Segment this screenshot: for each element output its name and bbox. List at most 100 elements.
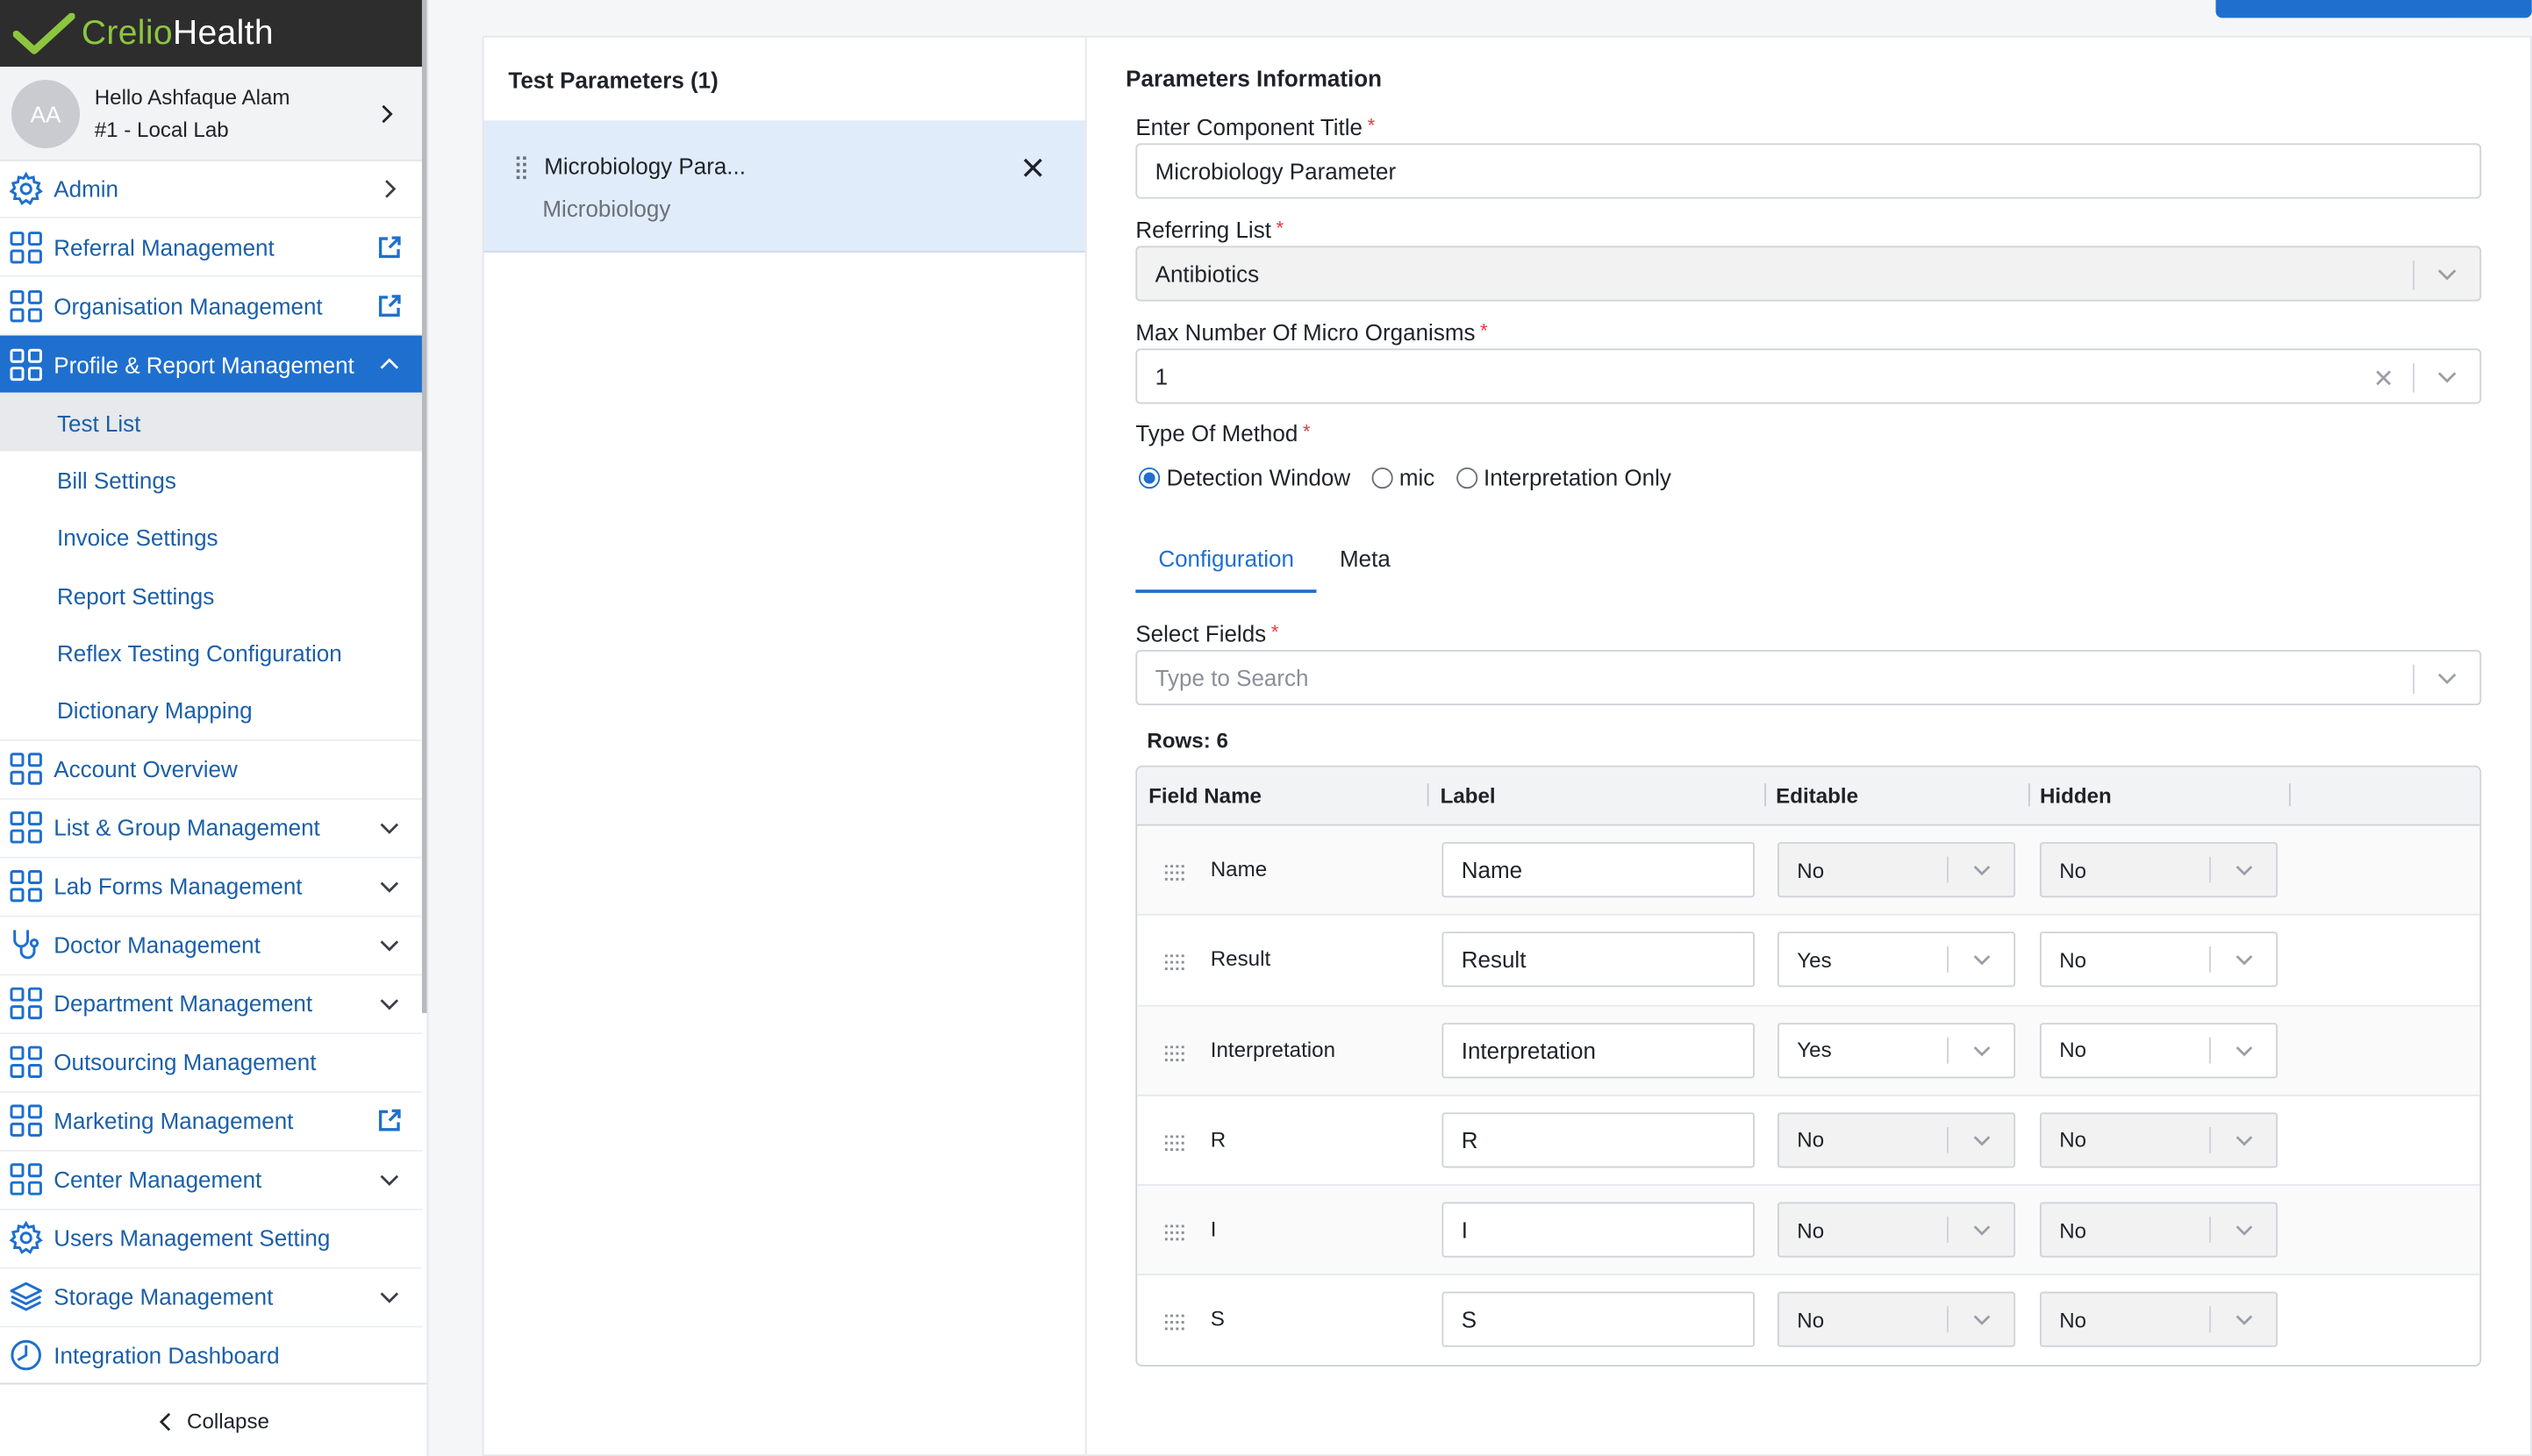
stethoscope-icon xyxy=(8,927,44,963)
sidebar-item-organisation-management[interactable]: Organisation Management xyxy=(0,277,422,336)
drag-handle-icon[interactable] xyxy=(516,156,526,180)
field-name: Name xyxy=(1210,856,1268,881)
sidebar-item-account-overview[interactable]: Account Overview xyxy=(0,741,422,800)
sidebar-item-users-management-setting[interactable]: Users Management Setting xyxy=(0,1210,422,1269)
chevron-down-icon xyxy=(1973,1225,1991,1236)
rows-count: Rows: 6 xyxy=(1147,728,1228,753)
drag-handle-icon[interactable] xyxy=(1164,1042,1184,1061)
external-link-icon[interactable] xyxy=(376,292,403,318)
label-input[interactable]: S xyxy=(1441,1292,1755,1348)
max-micro-organisms-label: Max Number Of Micro Organisms * xyxy=(1135,318,1488,346)
sidebar-item-outsourcing-management[interactable]: Outsourcing Management xyxy=(0,1034,422,1093)
submenu-item-bill-settings[interactable]: Bill Settings xyxy=(0,452,422,510)
table-header: Field Name Label Editable Hidden xyxy=(1137,767,2480,826)
drag-handle-icon[interactable] xyxy=(1164,1312,1184,1331)
field-name: R xyxy=(1210,1126,1227,1152)
table-body: Name Name No No Result Result Yes No Interpretat… xyxy=(1137,825,2480,1364)
hidden-select[interactable]: No xyxy=(2039,1202,2278,1258)
sidebar-item-storage-management[interactable]: Storage Management xyxy=(0,1268,422,1328)
editable-value: No xyxy=(1797,1217,1825,1243)
radio-indicator[interactable] xyxy=(1456,467,1477,489)
sidebar-item-referral-management[interactable]: Referral Management xyxy=(0,218,422,277)
label-input[interactable]: Interpretation xyxy=(1441,1022,1755,1078)
brand-logo[interactable]: CrelioHealth xyxy=(0,0,422,68)
submenu-item-report-settings[interactable]: Report Settings xyxy=(0,567,422,625)
submenu-item-reflex-testing-configuration[interactable]: Reflex Testing Configuration xyxy=(0,625,422,682)
external-link-icon[interactable] xyxy=(376,1108,403,1134)
clear-icon[interactable] xyxy=(2374,368,2393,388)
tab-meta[interactable]: Meta xyxy=(1317,536,1413,593)
chevron-down-icon xyxy=(376,932,403,959)
grid-icon xyxy=(8,288,44,324)
max-micro-organisms-select[interactable]: 1 xyxy=(1135,348,2482,404)
sidebar-nav: Admin Referral Management Organisation Man… xyxy=(0,160,422,1386)
submenu-item-test-list[interactable]: Test List xyxy=(0,394,422,452)
hidden-select[interactable]: No xyxy=(2039,1022,2278,1078)
chevron-down-icon xyxy=(2235,1046,2253,1056)
sidebar-item-integration-dashboard[interactable]: Integration Dashboard xyxy=(0,1327,422,1386)
hidden-select[interactable]: No xyxy=(2039,931,2278,988)
drag-handle-icon[interactable] xyxy=(1164,952,1184,971)
test-parameters-header: Test Parameters (1) xyxy=(483,38,1085,123)
user-profile[interactable]: AA Hello Ashfaque Alam #1 - Local Lab xyxy=(0,67,422,161)
sidebar-item-department-management[interactable]: Department Management xyxy=(0,975,422,1034)
chevron-down-icon xyxy=(376,874,403,900)
radio-indicator[interactable] xyxy=(1139,467,1161,489)
radio-interpretation-only[interactable]: Interpretation Only xyxy=(1456,464,1671,490)
submenu-item-dictionary-mapping[interactable]: Dictionary Mapping xyxy=(0,682,422,739)
close-icon[interactable] xyxy=(1021,156,1044,179)
sidebar-item-label: List & Group Management xyxy=(54,815,320,841)
external-link-icon[interactable] xyxy=(376,233,403,260)
tab-configuration[interactable]: Configuration xyxy=(1135,536,1317,593)
referring-list-select[interactable]: Antibiotics xyxy=(1135,246,2482,302)
table-row: Interpretation Interpretation Yes No xyxy=(1137,1005,2480,1096)
label-input[interactable]: Result xyxy=(1441,931,1755,988)
sidebar-item-lab-forms-management[interactable]: Lab Forms Management xyxy=(0,858,422,917)
editable-value: No xyxy=(1797,857,1825,882)
chevron-down-icon xyxy=(2437,673,2457,685)
chevron-down-icon xyxy=(2235,1225,2253,1236)
select-fields-input[interactable]: Type to Search xyxy=(1135,649,2482,706)
editable-select[interactable]: Yes xyxy=(1777,931,2016,988)
chevron-up-icon xyxy=(376,351,403,377)
sidebar-item-admin[interactable]: Admin xyxy=(0,160,422,218)
editable-select[interactable]: No xyxy=(1777,1202,2016,1258)
editable-select[interactable]: No xyxy=(1777,842,2016,898)
label-input[interactable]: R xyxy=(1441,1112,1755,1168)
sidebar-item-center-management[interactable]: Center Management xyxy=(0,1151,422,1210)
component-title-input[interactable]: Microbiology Parameter xyxy=(1135,143,2482,199)
label-input[interactable]: Name xyxy=(1441,842,1755,898)
sidebar-item-profile-and-report-management[interactable]: Profile & Report Management xyxy=(0,335,422,395)
sidebar-item-marketing-management[interactable]: Marketing Management xyxy=(0,1093,422,1152)
editable-select[interactable]: No xyxy=(1777,1292,2016,1348)
sidebar-scrollbar[interactable] xyxy=(421,0,427,1014)
hidden-select[interactable]: No xyxy=(2039,1112,2278,1168)
radio-mic[interactable]: mic xyxy=(1371,464,1434,490)
editable-select[interactable]: Yes xyxy=(1777,1022,2016,1078)
layers-icon xyxy=(8,1279,44,1315)
drag-handle-icon[interactable] xyxy=(1164,1222,1184,1241)
radio-indicator[interactable] xyxy=(1371,467,1393,489)
hidden-select[interactable]: No xyxy=(2039,1292,2278,1348)
submenu-item-invoice-settings[interactable]: Invoice Settings xyxy=(0,509,422,567)
primary-action-button[interactable] xyxy=(2215,0,2532,18)
drag-handle-icon[interactable] xyxy=(1164,861,1184,881)
grid-icon xyxy=(8,346,44,382)
chevron-down-icon xyxy=(376,991,403,1017)
sidebar-item-list-and-group-management[interactable]: List & Group Management xyxy=(0,799,422,859)
drag-handle-icon[interactable] xyxy=(1164,1131,1184,1151)
chevron-left-icon xyxy=(159,1411,170,1431)
checkmark-logo-icon xyxy=(12,11,75,54)
label-input[interactable]: I xyxy=(1441,1202,1755,1258)
chevron-down-icon xyxy=(376,1284,403,1310)
sidebar-item-doctor-management[interactable]: Doctor Management xyxy=(0,917,422,975)
hidden-select[interactable]: No xyxy=(2039,842,2278,898)
user-info: Hello Ashfaque Alam #1 - Local Lab xyxy=(95,81,376,146)
radio-detection-window[interactable]: Detection Window xyxy=(1139,464,1350,490)
main-panel: Test Parameters (1) Microbiology Para...… xyxy=(482,35,2532,1456)
collapse-button[interactable]: Collapse xyxy=(0,1382,427,1456)
grid-icon xyxy=(8,1045,44,1081)
sidebar-item-label: Marketing Management xyxy=(54,1108,294,1134)
editable-select[interactable]: No xyxy=(1777,1112,2016,1168)
test-parameter-card[interactable]: Microbiology Para... Microbiology xyxy=(483,120,1085,253)
